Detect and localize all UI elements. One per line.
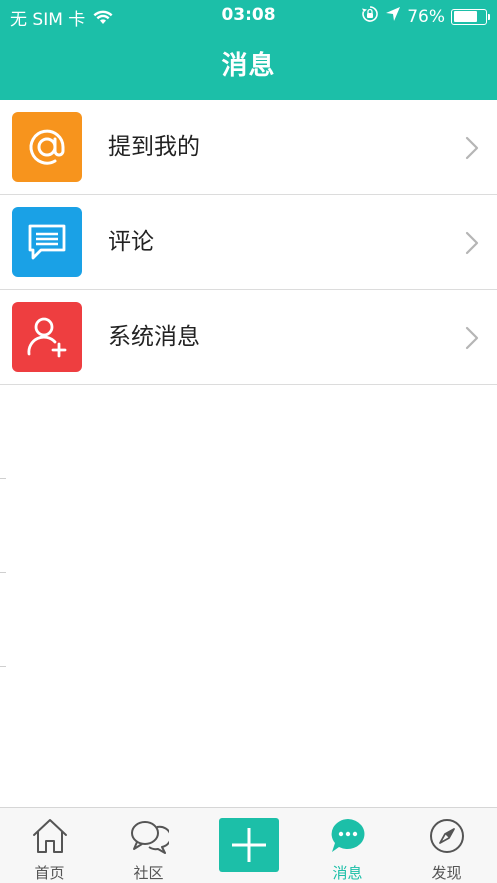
edge-tick: [0, 572, 6, 573]
page-title: 消息: [221, 51, 276, 81]
tab-discover[interactable]: 发现: [397, 808, 496, 883]
home-icon: [32, 819, 67, 853]
screen: 无 SIM 卡 03:08 76% 消息 提到我的 评论 系统消息 首页 社区 …: [0, 0, 497, 883]
tab-bar: 首页 社区 消息 发现: [0, 807, 497, 883]
at-icon: [12, 112, 82, 182]
message-list: 提到我的 评论 系统消息: [0, 100, 497, 385]
tab-messages[interactable]: 消息: [298, 808, 397, 883]
community-icon: [130, 821, 169, 854]
battery-fill: [453, 11, 478, 22]
list-item-comments[interactable]: 评论: [0, 195, 497, 290]
tab-label: 首页: [34, 864, 65, 882]
tab-home[interactable]: 首页: [0, 808, 99, 883]
list-item-system-messages[interactable]: 系统消息: [0, 290, 497, 385]
tab-label: 社区: [133, 864, 164, 882]
add-user-icon: [12, 302, 82, 372]
battery-icon: [451, 8, 490, 25]
plus-icon: [232, 828, 266, 862]
compass-icon: [429, 819, 464, 853]
chevron-right-icon: [465, 136, 479, 160]
list-item-mentions[interactable]: 提到我的: [0, 100, 497, 195]
location-icon: [385, 6, 401, 27]
status-bar: 无 SIM 卡 03:08 76%: [0, 0, 497, 32]
add-post-button[interactable]: [219, 818, 279, 872]
list-item-label: 系统消息: [108, 324, 200, 350]
tab-community[interactable]: 社区: [99, 808, 198, 883]
tab-label: 消息: [332, 864, 363, 882]
chevron-right-icon: [465, 231, 479, 255]
rotation-lock-icon: [361, 5, 379, 28]
edge-tick: [0, 478, 6, 479]
status-right: 76%: [355, 5, 490, 28]
comment-icon: [12, 207, 82, 277]
battery-percent: 76%: [407, 6, 445, 27]
header: 无 SIM 卡 03:08 76% 消息: [0, 0, 497, 100]
list-item-label: 提到我的: [108, 134, 200, 160]
chevron-right-icon: [465, 326, 479, 350]
list-item-label: 评论: [108, 229, 154, 255]
edge-tick: [0, 666, 6, 667]
tab-label: 发现: [431, 864, 462, 882]
message-icon: [331, 819, 364, 852]
